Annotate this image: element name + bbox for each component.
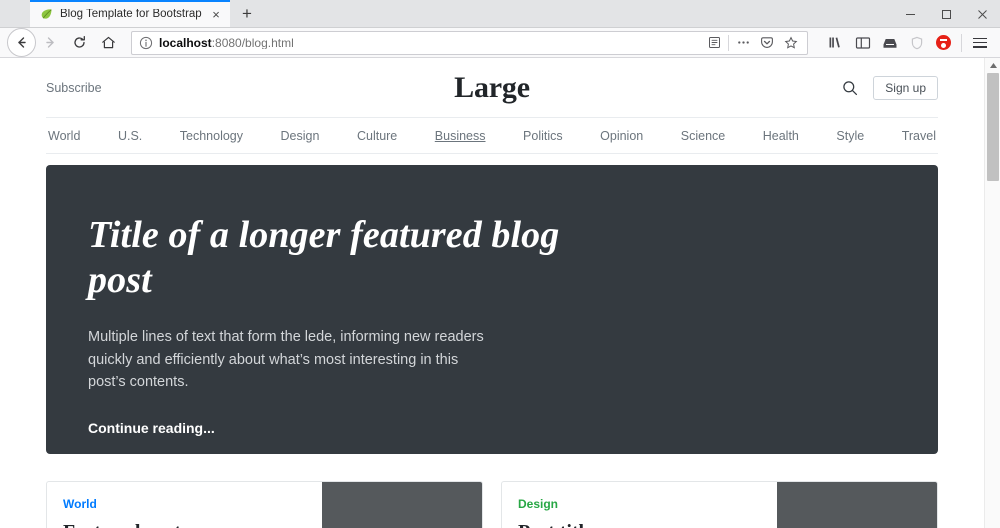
blog-header-right: Sign up [530,75,938,100]
url-bar-actions [702,32,803,54]
url-bar[interactable]: localhost:8080/blog.html [131,30,808,55]
close-button[interactable] [964,0,1000,28]
nav-item-design[interactable]: Design [281,129,320,143]
account-avatar [936,35,951,50]
post-card-body: World Featured post [47,482,322,528]
signup-button[interactable]: Sign up [873,75,938,100]
sidebar-icon[interactable] [849,28,876,57]
account-icon[interactable] [930,28,957,57]
post-card-title: Post title [518,520,761,528]
forward-button [36,28,65,57]
category-nav: World U.S. Technology Design Culture Bus… [46,118,938,154]
scrollbar-track[interactable] [985,73,1000,528]
page-scrollbar[interactable] [984,58,1000,528]
blog-page: Subscribe Large Sign up World U.S. Techn… [0,58,984,528]
page-viewport: Subscribe Large Sign up World U.S. Techn… [0,58,1000,528]
bookmark-star-icon[interactable] [779,32,803,54]
nav-item-travel[interactable]: Travel [902,129,936,143]
close-icon[interactable]: × [208,7,224,23]
post-card-category: Design [518,497,559,511]
url-path: :8080/blog.html [211,36,294,49]
browser-tab[interactable]: Blog Template for Bootstrap × [30,0,230,27]
nav-item-style[interactable]: Style [836,129,864,143]
site-info-icon[interactable] [139,36,153,50]
pocket-icon[interactable] [755,32,779,54]
nav-item-health[interactable]: Health [763,129,799,143]
blog-header-left: Subscribe [46,81,454,95]
tab-title: Blog Template for Bootstrap [60,8,202,20]
post-cards-row: World Featured post Design Post title [46,481,938,528]
featured-post-jumbotron: Title of a longer featured blog post Mul… [46,165,938,454]
reader-mode-icon[interactable] [702,32,726,54]
search-icon[interactable] [839,77,861,99]
post-card[interactable]: Design Post title [501,481,938,528]
browser-window: Blog Template for Bootstrap × + localhos… [0,0,1000,528]
home-button[interactable] [94,28,123,57]
browser-toolbar: localhost:8080/blog.html [0,28,1000,58]
library-icon[interactable] [822,28,849,57]
post-card[interactable]: World Featured post [46,481,483,528]
shield-icon[interactable] [903,28,930,57]
hamburger-lines [972,37,987,48]
nav-item-culture[interactable]: Culture [357,129,397,143]
downloads-icon[interactable] [876,28,903,57]
tab-strip: Blog Template for Bootstrap × + [0,0,1000,28]
subscribe-link[interactable]: Subscribe [46,81,102,95]
page-title: Large [454,70,530,104]
nav-item-technology[interactable]: Technology [180,129,243,143]
page-actions-icon[interactable] [731,32,755,54]
featured-post-lede: Multiple lines of text that form the led… [88,329,484,391]
nav-item-us[interactable]: U.S. [118,129,142,143]
reload-button[interactable] [65,28,94,57]
url-host: localhost [159,36,212,49]
back-button[interactable] [7,28,36,57]
scroll-up-arrow[interactable] [985,58,1000,73]
minimize-button[interactable] [892,0,928,28]
nav-item-world[interactable]: World [48,129,80,143]
toolbar-divider [961,33,962,52]
continue-reading-link[interactable]: Continue reading... [88,420,215,436]
nav-item-politics[interactable]: Politics [523,129,563,143]
scrollbar-thumb[interactable] [987,73,999,181]
maximize-button[interactable] [928,0,964,28]
post-card-category: World [63,497,97,511]
toolbar-right-icons [822,28,993,57]
new-tab-button[interactable]: + [233,0,261,27]
blog-header: Subscribe Large Sign up [46,58,938,118]
nav-item-business[interactable]: Business [435,129,486,143]
menu-icon[interactable] [966,28,993,57]
nav-item-opinion[interactable]: Opinion [600,129,643,143]
toolbar-divider [728,34,729,51]
post-card-body: Design Post title [502,482,777,528]
leaf-favicon [40,8,53,21]
nav-item-science[interactable]: Science [681,129,725,143]
window-controls [892,0,1000,28]
url-text[interactable]: localhost:8080/blog.html [159,37,702,49]
featured-post-title: Title of a longer featured blog post [88,214,560,302]
post-card-thumbnail [777,482,937,528]
post-card-thumbnail [322,482,482,528]
post-card-title: Featured post [63,520,306,528]
